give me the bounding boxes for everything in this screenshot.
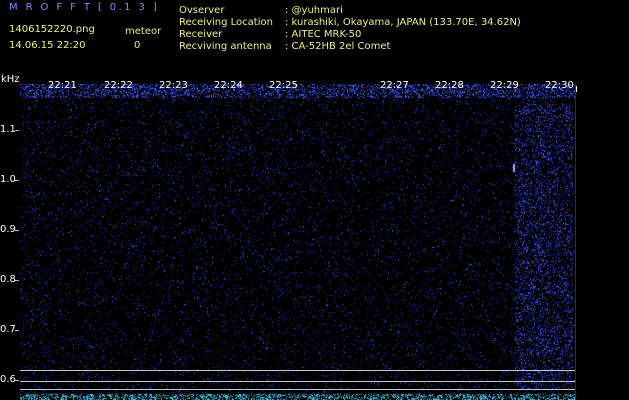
y-tickmark (15, 330, 19, 331)
x-tick-2223: 22:23 (159, 80, 188, 91)
frequency-unit-label: kHz (1, 74, 20, 85)
x-tick-2227: 22:27 (380, 80, 409, 91)
y-tick-0-6: 0.6 (0, 374, 16, 385)
y-tickmark (15, 180, 19, 181)
y-tickmark (15, 130, 19, 131)
x-tick-2230: 22:30 (545, 80, 574, 91)
info-row-receiver: Receiver : AITEC MRK-50 (179, 29, 521, 41)
y-tick-0-9: 0.9 (0, 224, 16, 235)
meteor-count: 0 (134, 40, 141, 51)
info-value: : kurashiki, Okayama, JAPAN (133.70E, 34… (285, 17, 521, 28)
x-tick-2228: 22:28 (435, 80, 464, 91)
x-tick-2222: 22:22 (104, 80, 133, 91)
info-value: : @yuhmari (285, 5, 343, 16)
reference-line-upper (20, 370, 575, 371)
capture-datetime: 14.06.15 22:20 (9, 40, 86, 51)
file-name: 1406152220.png (9, 24, 95, 35)
info-row-location: Receiving Location : kurashiki, Okayama,… (179, 17, 521, 29)
x-tick-2225: 22:25 (269, 80, 298, 91)
spectrogram-canvas (20, 84, 575, 400)
y-tick-0-8: 0.8 (0, 274, 16, 285)
info-value: : CA-52HB 2el Comet (285, 41, 391, 52)
y-tickmark (15, 280, 19, 281)
info-row-antenna: Recviving antenna : CA-52HB 2el Comet (179, 41, 521, 53)
y-tickmark (15, 380, 19, 381)
info-key: Receiver (179, 29, 223, 40)
reference-line-lower (20, 389, 575, 390)
x-tick-2224: 22:24 (214, 80, 243, 91)
station-info: Ovserver : @yuhmari Receiving Location :… (179, 5, 521, 53)
right-axis-line (575, 84, 576, 400)
info-value: : AITEC MRK-50 (285, 29, 362, 40)
y-tickmark (15, 230, 19, 231)
reference-line-middle (20, 381, 575, 382)
y-tick-1-1: 1.1 (0, 124, 16, 135)
meteor-label: meteor (125, 26, 162, 37)
x-tick-2221: 22:21 (48, 80, 77, 91)
time-marker (576, 86, 577, 92)
info-key: Receiving Location (179, 17, 273, 28)
y-tick-0-7: 0.7 (0, 324, 16, 335)
app-title: M R O F F T [ 0.1 3 ] (9, 2, 160, 13)
info-key: Ovserver (179, 5, 225, 16)
info-key: Recviving antenna (179, 41, 272, 52)
y-tick-1-0: 1.0 (0, 174, 16, 185)
x-tick-2229: 22:29 (490, 80, 519, 91)
info-row-observer: Ovserver : @yuhmari (179, 5, 521, 17)
